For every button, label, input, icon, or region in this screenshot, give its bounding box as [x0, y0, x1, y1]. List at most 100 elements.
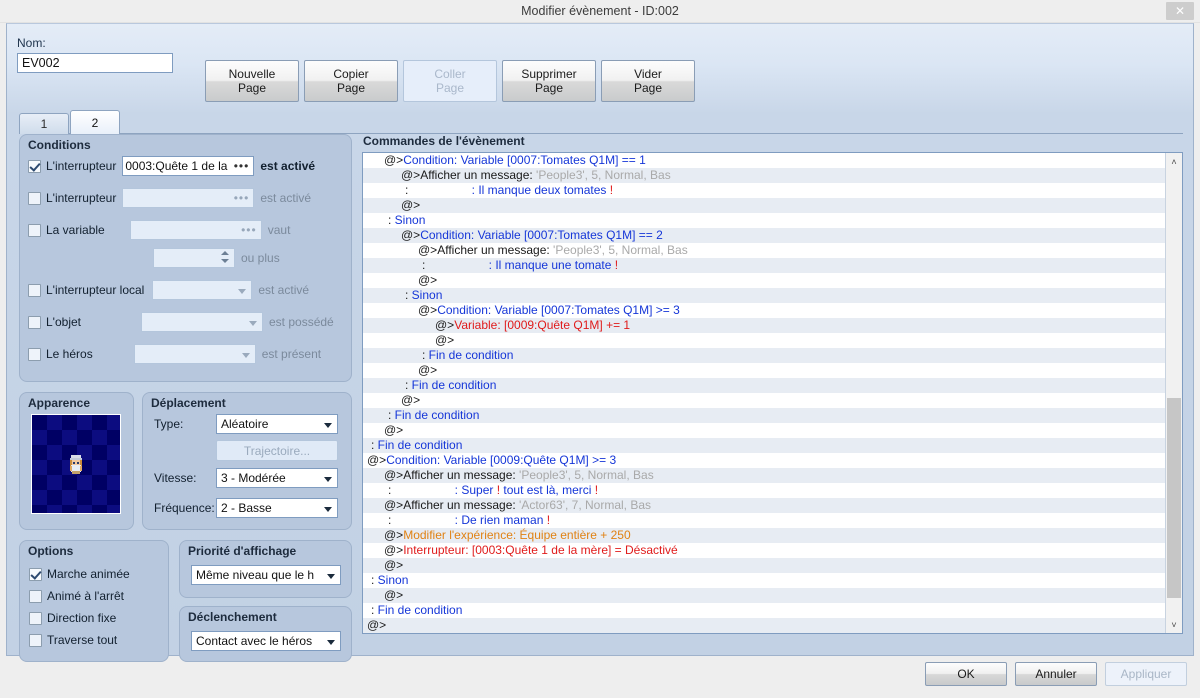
condition-variable-field[interactable]: ••• [129, 220, 262, 240]
appearance-title: Apparence [28, 396, 91, 410]
movement-type-select[interactable]: Aléatoire [216, 414, 338, 434]
condition-checkbox-item[interactable] [28, 315, 41, 329]
condition-label-local-switch: L'interrupteur local [46, 283, 145, 297]
command-line[interactable]: : Fin de condition [363, 438, 1165, 453]
scrollbar-thumb[interactable] [1167, 398, 1181, 598]
page-tab-1[interactable]: 1 [19, 113, 69, 134]
ellipsis-icon[interactable]: ••• [232, 192, 252, 204]
command-line[interactable]: : Sinon [363, 213, 1165, 228]
command-marker: @> [384, 498, 404, 512]
condition-checkbox-switch-2[interactable] [28, 191, 41, 205]
command-line[interactable]: @>Modifier l'expérience: Équipe entière … [363, 528, 1165, 543]
page-button-4[interactable]: Vider Page [601, 60, 695, 102]
page-button-1[interactable]: Copier Page [304, 60, 398, 102]
scroll-down-icon[interactable]: ˅ [1166, 616, 1182, 633]
condition-switch-2-field[interactable]: ••• [122, 188, 255, 208]
command-marker: @> [401, 393, 421, 407]
command-line[interactable]: : Fin de condition [363, 378, 1165, 393]
command-line[interactable]: @> [363, 423, 1165, 438]
option-row-fixed-dir[interactable]: Direction fixe [29, 609, 116, 627]
command-line[interactable]: : : Super ! tout est là, merci ! [363, 483, 1165, 498]
command-line[interactable]: @> [363, 558, 1165, 573]
local-switch-select[interactable] [152, 280, 253, 300]
command-text: Condition: Variable [0007:Tomates Q1M] =… [403, 153, 646, 167]
conditions-title: Conditions [28, 138, 91, 152]
event-commands-list[interactable]: @>Condition: Variable [0007:Tomates Q1M]… [363, 153, 1165, 633]
command-line[interactable]: @>Afficher un message: 'Actor63', 7, Nor… [363, 498, 1165, 513]
command-line[interactable]: @>Interrupteur: [0003:Quête 1 de la mère… [363, 543, 1165, 558]
movement-speed-select[interactable]: 3 - Modérée [216, 468, 338, 488]
ellipsis-icon[interactable]: ••• [239, 224, 259, 236]
event-name-input[interactable] [17, 53, 173, 73]
command-line[interactable]: @>Variable: [0009:Quête Q1M] += 1 [363, 318, 1165, 333]
command-line[interactable]: : Fin de condition [363, 408, 1165, 423]
command-marker: : [388, 483, 395, 497]
command-marker: @> [384, 468, 404, 482]
command-line[interactable]: : : Il manque deux tomates ! [363, 183, 1165, 198]
command-line[interactable]: : : De rien maman ! [363, 513, 1165, 528]
footer-button-0[interactable]: OK [925, 662, 1007, 686]
command-text: Fin de condition [411, 378, 497, 392]
condition-checkbox-variable[interactable] [28, 223, 41, 237]
condition-switch-1-value: 0003:Quête 1 de la [125, 159, 228, 173]
hero-select[interactable] [133, 344, 256, 364]
condition-checkbox-switch-1[interactable] [28, 159, 41, 173]
command-line[interactable]: : Fin de condition [363, 348, 1165, 363]
trigger-select[interactable]: Contact avec le héros [191, 631, 341, 651]
movement-speed-label: Vitesse: [154, 471, 197, 485]
option-checkbox-walk-anim[interactable] [29, 567, 42, 581]
command-marker: @> [384, 588, 404, 602]
page-button-3[interactable]: Supprimer Page [502, 60, 596, 102]
page-button-0[interactable]: Nouvelle Page [205, 60, 299, 102]
footer-button-1[interactable]: Annuler [1015, 662, 1097, 686]
option-checkbox-stop-anim[interactable] [29, 589, 42, 603]
command-line[interactable]: : Sinon [363, 288, 1165, 303]
option-checkbox-through[interactable] [29, 633, 42, 647]
ellipsis-icon[interactable]: ••• [232, 160, 252, 172]
command-line[interactable]: @> [363, 198, 1165, 213]
command-line[interactable]: @> [363, 588, 1165, 603]
scroll-up-icon[interactable]: ˄ [1166, 153, 1182, 170]
command-line[interactable]: @>Afficher un message: 'People3', 5, Nor… [363, 468, 1165, 483]
command-line[interactable]: @> [363, 333, 1165, 348]
item-select[interactable] [141, 312, 263, 332]
commands-scrollbar[interactable]: ˄ ˅ [1165, 153, 1182, 633]
command-text: ! [594, 483, 599, 497]
command-line[interactable]: @>Condition: Variable [0007:Tomates Q1M]… [363, 303, 1165, 318]
condition-checkbox-local-switch[interactable] [28, 283, 41, 297]
command-line[interactable]: @> [363, 393, 1165, 408]
command-line[interactable]: @>Afficher un message: 'People3', 5, Nor… [363, 168, 1165, 183]
character-sprite-icon [70, 455, 82, 474]
event-commands-box: @>Condition: Variable [0007:Tomates Q1M]… [362, 152, 1183, 634]
priority-select[interactable]: Même niveau que le h [191, 565, 341, 585]
command-marker: @> [384, 153, 404, 167]
option-row-walk-anim[interactable]: Marche animée [29, 565, 130, 583]
stepper-arrows-icon[interactable] [221, 251, 230, 266]
command-line[interactable]: : Fin de condition [363, 603, 1165, 618]
condition-switch-1-field[interactable]: 0003:Quête 1 de la ••• [122, 156, 255, 176]
command-line[interactable]: @>Condition: Variable [0007:Tomates Q1M]… [363, 228, 1165, 243]
option-row-stop-anim[interactable]: Animé à l'arrêt [29, 587, 124, 605]
command-line[interactable]: @> [363, 273, 1165, 288]
close-icon[interactable]: ✕ [1166, 2, 1194, 20]
event-name-label: Nom: [17, 36, 46, 50]
variable-value-stepper[interactable] [153, 248, 235, 268]
command-marker: @> [401, 228, 421, 242]
command-line[interactable]: : Sinon [363, 573, 1165, 588]
option-row-through[interactable]: Traverse tout [29, 631, 117, 649]
command-line[interactable]: @>Afficher un message: 'People3', 5, Nor… [363, 243, 1165, 258]
option-checkbox-fixed-dir[interactable] [29, 611, 42, 625]
command-line[interactable]: @> [363, 618, 1165, 633]
command-line[interactable]: @>Condition: Variable [0007:Tomates Q1M]… [363, 153, 1165, 168]
command-marker: : [388, 513, 395, 527]
condition-suffix-switch-2: est activé [260, 191, 312, 205]
page-tab-2[interactable]: 2 [70, 110, 120, 134]
condition-checkbox-hero[interactable] [28, 347, 41, 361]
command-line[interactable]: @>Condition: Variable [0009:Quête Q1M] >… [363, 453, 1165, 468]
command-marker: @> [418, 243, 438, 257]
command-marker: @> [384, 558, 404, 572]
character-sprite-preview[interactable] [31, 414, 121, 514]
command-line[interactable]: @> [363, 363, 1165, 378]
command-line[interactable]: : : Il manque une tomate ! [363, 258, 1165, 273]
movement-frequency-select[interactable]: 2 - Basse [216, 498, 338, 518]
